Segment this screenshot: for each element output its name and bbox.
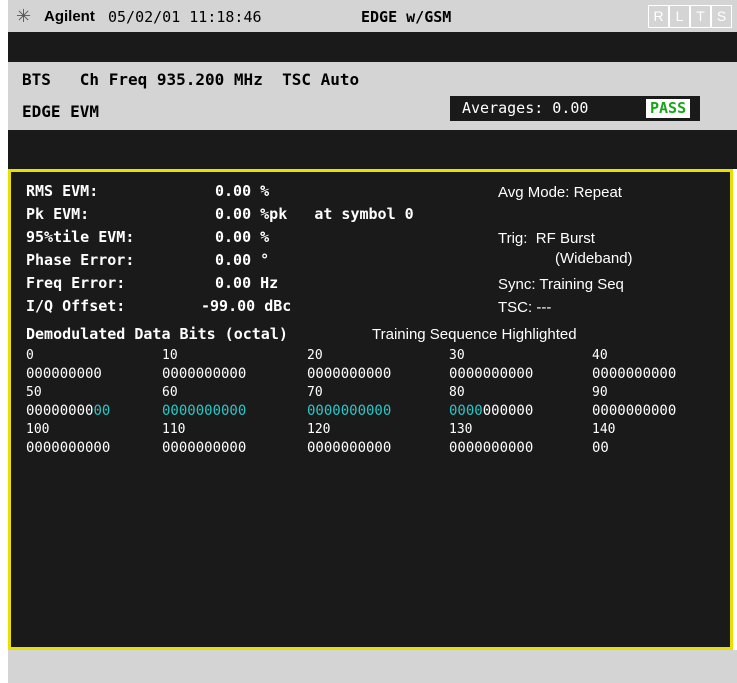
percentile-evm-label: 95%tile EVM: — [26, 228, 135, 246]
bit-index: 130 — [449, 422, 473, 437]
bit-plain: 000000 — [482, 403, 534, 419]
pk-evm-label: Pk EVM: — [26, 205, 90, 223]
rms-evm-label: RMS EVM: — [26, 182, 99, 200]
bit-index: 0 — [26, 348, 34, 363]
phase-error-value: 0.00 ° — [215, 251, 270, 269]
trigger-text: Trig: RF Burst — [498, 230, 595, 247]
bit-group: 0000000000 — [449, 403, 533, 419]
bit-group: 0000000000 — [307, 440, 392, 456]
measurement-header: BTS Ch Freq 935.200 MHz TSC Auto EDGE EV… — [8, 62, 737, 130]
bit-group: 0000000000 — [26, 403, 110, 419]
bit-group: 0000000000 — [26, 440, 111, 456]
freq-error-label: Freq Error: — [26, 274, 126, 292]
remote-indicator: R — [648, 5, 669, 28]
avg-mode-text: Avg Mode: Repeat — [498, 184, 622, 201]
training-bits: 0000000000 — [162, 403, 247, 419]
bottom-bar — [8, 650, 737, 683]
averages-label: Averages: 0.00 — [462, 99, 589, 117]
bit-index: 50 — [26, 385, 42, 400]
bit-index: 70 — [307, 385, 323, 400]
averages-box: Averages: 0.00 PASS — [450, 96, 700, 121]
local-indicator: L — [669, 5, 690, 28]
bit-index: 60 — [162, 385, 178, 400]
agilent-logo-icon: ✳ — [16, 6, 32, 27]
bit-index: 90 — [592, 385, 608, 400]
channel-info: BTS Ch Freq 935.200 MHz TSC Auto — [22, 70, 360, 89]
results-panel: RMS EVM: 0.00 % Pk EVM: 0.00 %pk at symb… — [8, 169, 733, 650]
bit-group: 0000000000 — [307, 366, 392, 382]
bit-group: 0000000000 — [449, 440, 534, 456]
measurement-name: EDGE EVM — [22, 102, 100, 121]
bit-index: 40 — [592, 348, 608, 363]
header-separator — [8, 130, 737, 169]
brand-name: Agilent — [44, 8, 95, 25]
demod-subtitle: Training Sequence Highlighted — [372, 326, 577, 343]
pass-badge: PASS — [646, 99, 691, 118]
bit-group: 0000000000 — [449, 366, 534, 382]
freq-error-value: 0.00 Hz — [215, 274, 279, 292]
trigger-indicator: T — [690, 5, 711, 28]
bit-group: 0000000000 — [592, 403, 677, 419]
bit-index: 110 — [162, 422, 186, 437]
tsc-text: TSC: --- — [498, 299, 552, 316]
date-time: 05/02/01 11:18:46 — [108, 8, 262, 26]
sync-text: Sync: Training Seq — [498, 276, 624, 293]
trigger-sub-text: (Wideband) — [555, 250, 633, 267]
bit-group: 00 — [592, 440, 609, 456]
pk-evm-value: 0.00 %pk at symbol 0 — [215, 205, 414, 223]
mode-name: EDGE w/GSM — [361, 8, 452, 26]
bit-index: 80 — [449, 385, 465, 400]
iq-offset-value: -99.00 dBc — [201, 297, 292, 315]
title-separator — [8, 32, 737, 62]
bit-index: 100 — [26, 422, 50, 437]
percentile-evm-value: 0.00 % — [215, 228, 270, 246]
title-bar: ✳ Agilent 05/02/01 11:18:46 EDGE w/GSM R… — [8, 0, 737, 32]
bit-group: 0000000000 — [162, 366, 247, 382]
iq-offset-label: I/Q Offset: — [26, 297, 126, 315]
bit-index: 30 — [449, 348, 465, 363]
training-bits: 00 — [93, 403, 111, 419]
training-bits: 0000000000 — [307, 403, 392, 419]
bit-index: 20 — [307, 348, 323, 363]
training-bits: 0000 — [449, 403, 483, 419]
bit-index: 10 — [162, 348, 178, 363]
bit-group: 0000000000 — [162, 440, 247, 456]
bit-group: 0000000000 — [592, 366, 677, 382]
bit-index: 140 — [592, 422, 616, 437]
bit-plain: 00000000 — [26, 403, 94, 419]
phase-error-label: Phase Error: — [26, 251, 135, 269]
demod-title: Demodulated Data Bits (octal) — [26, 325, 288, 343]
rms-evm-value: 0.00 % — [215, 182, 270, 200]
bit-group: 000000000 — [26, 366, 102, 382]
status-indicator: S — [711, 5, 732, 28]
bit-index: 120 — [307, 422, 331, 437]
